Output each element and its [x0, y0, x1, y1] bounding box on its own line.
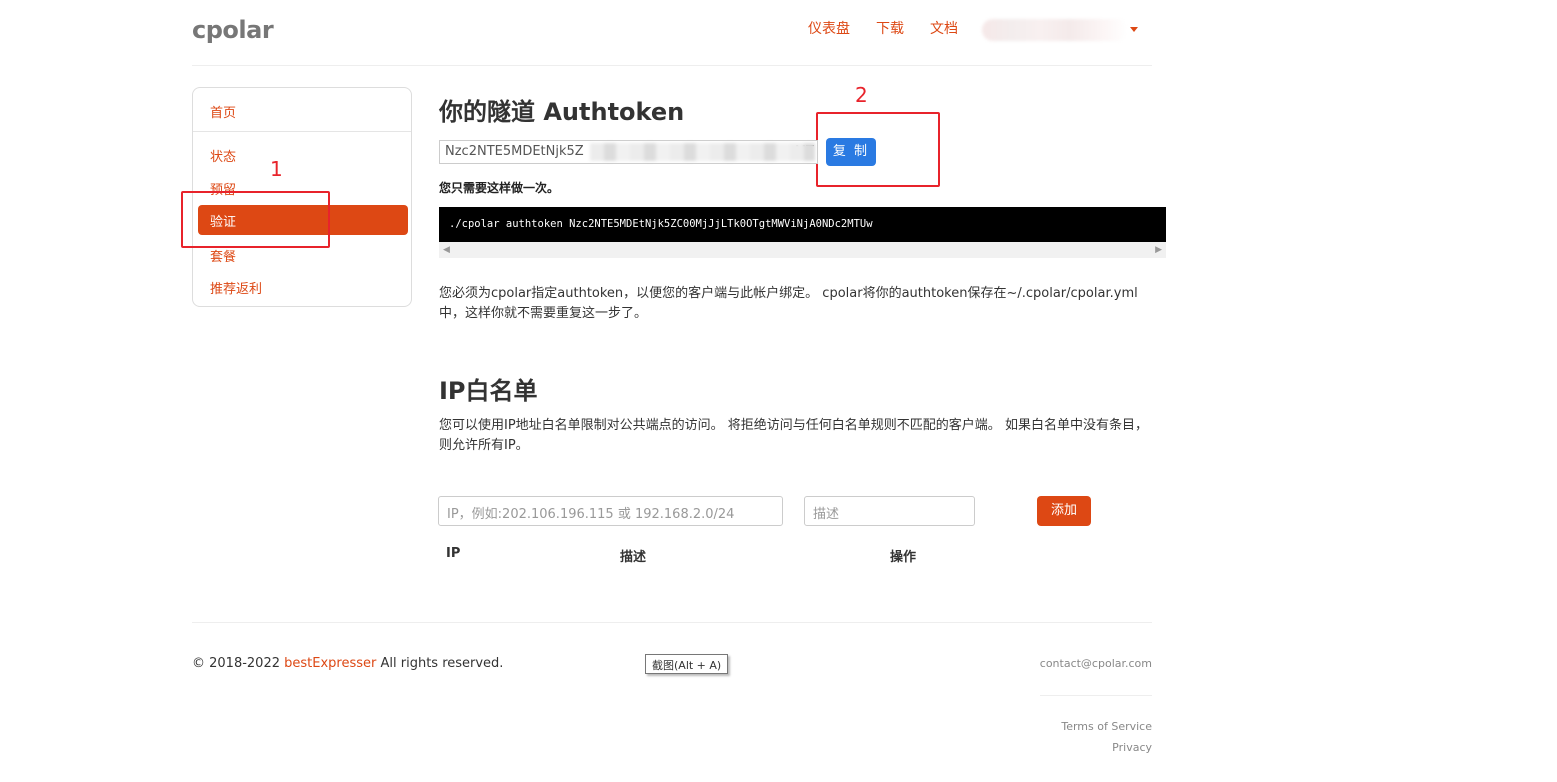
horizontal-scrollbar[interactable]: ◀ ▶ [439, 242, 1166, 258]
copyright: © 2018-2022 bestExpresser All rights res… [192, 656, 503, 671]
whitelist-description: 您可以使用IP地址白名单限制对公共端点的访问。 将拒绝访问与任何白名单规则不匹配… [439, 418, 1148, 453]
annotation-box-1 [181, 191, 330, 248]
sidebar-item-plan[interactable]: 套餐 [210, 246, 236, 265]
sidebar-divider [193, 131, 411, 132]
nav-dashboard[interactable]: 仪表盘 [808, 18, 850, 38]
nav-docs[interactable]: 文档 [930, 18, 958, 38]
whitelist-title: IP白名单 [439, 377, 538, 405]
command-code-block: ./cpolar authtoken Nzc2NTE5MDEtNjk5ZC00M… [439, 207, 1166, 242]
column-header-actions: 操作 [890, 550, 917, 565]
cpolar-logo[interactable]: cpolar [192, 16, 274, 44]
ip-input[interactable]: IP，例如:202.106.196.115 或 192.168.2.0/24 [438, 496, 783, 526]
footer-divider-small [1040, 695, 1152, 696]
brand-link[interactable]: bestExpresser [284, 656, 376, 671]
sidebar-item-status[interactable]: 状态 [210, 146, 236, 165]
ip-placeholder: IP，例如:202.106.196.115 或 192.168.2.0/24 [447, 507, 735, 522]
add-button[interactable]: 添加 [1037, 496, 1091, 526]
annotation-number-2: 2 [855, 83, 868, 107]
authtoken-description: 您必须为cpolar指定authtoken，以便您的客户端与此帐户绑定。 cpo… [439, 286, 1138, 321]
top-nav: 仪表盘 下载 文档 [808, 18, 984, 38]
annotation-number-1: 1 [270, 157, 283, 181]
description-placeholder: 描述 [813, 507, 840, 522]
footer-divider [192, 622, 1152, 623]
nav-download[interactable]: 下载 [876, 18, 904, 38]
scroll-right-icon[interactable]: ▶ [1155, 245, 1162, 255]
column-header-ip: IP [446, 546, 461, 561]
scroll-left-icon[interactable]: ◀ [443, 245, 450, 255]
copyright-prefix: © 2018-2022 [192, 656, 285, 671]
privacy-link[interactable]: Privacy [1112, 741, 1152, 754]
sidebar-item-home[interactable]: 首页 [210, 102, 236, 121]
column-header-description: 描述 [620, 550, 647, 565]
authtoken-title: 你的隧道 Authtoken [439, 98, 685, 126]
sidebar-item-referral[interactable]: 推荐返利 [210, 278, 262, 297]
contact-link[interactable]: contact@cpolar.com [1040, 657, 1152, 670]
user-menu-blurred[interactable] [982, 19, 1128, 41]
once-note: 您只需要这样做一次。 [439, 181, 560, 195]
token-prefix: Nzc2NTE5MDEtNjk5Z [445, 144, 584, 159]
copy-button[interactable]: 复 制 [826, 138, 876, 166]
screenshot-tooltip: 截图(Alt + A) [645, 654, 729, 674]
chevron-down-icon[interactable] [1130, 27, 1138, 32]
command-text: ./cpolar authtoken Nzc2NTE5MDEtNjk5ZC00M… [449, 218, 873, 230]
description-input[interactable]: 描述 [804, 496, 975, 526]
terms-link[interactable]: Terms of Service [1061, 720, 1152, 733]
token-redaction [590, 143, 815, 161]
copyright-suffix: All rights reserved. [376, 656, 504, 671]
header-divider [192, 65, 1152, 66]
